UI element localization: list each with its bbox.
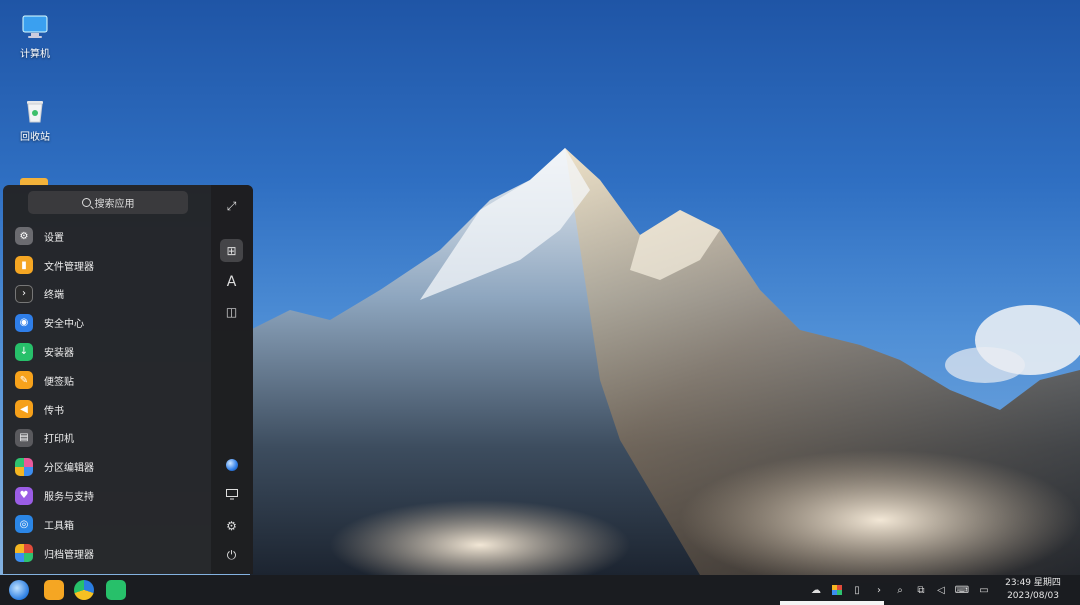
search-placeholder: 搜索应用 <box>94 199 135 210</box>
app-label: 便签贴 <box>44 376 74 388</box>
cloud-icon[interactable]: ☁ <box>809 583 823 597</box>
power-icon[interactable]: ⏻ <box>220 544 243 567</box>
expand-icon[interactable]: ⤢ <box>220 195 243 218</box>
computer-icon <box>20 12 50 42</box>
partition-icon <box>15 457 33 476</box>
shield-icon: ◉ <box>15 313 33 332</box>
app-item-archive-manager[interactable]: 归档管理器 <box>3 539 211 568</box>
app-item-service-support[interactable]: ♥ 服务与支持 <box>3 481 211 510</box>
folder-icon: ▮ <box>15 256 33 275</box>
expand-tray-icon[interactable]: › <box>872 583 886 597</box>
app-label: 文件管理器 <box>44 261 94 273</box>
user-avatar-icon[interactable] <box>220 453 243 476</box>
archive-icon <box>15 544 33 563</box>
app-item-printer[interactable]: ▤ 打印机 <box>3 424 211 453</box>
clock-date: 2023/08/03 <box>1007 591 1059 601</box>
search-input[interactable]: 搜索应用 <box>28 191 188 214</box>
installer-icon: ↓ <box>15 342 33 361</box>
alphabet-sort-icon[interactable]: A <box>220 270 243 293</box>
file-manager-icon[interactable] <box>44 580 64 600</box>
app-label: 设置 <box>44 232 64 244</box>
app-label: 传书 <box>44 405 64 417</box>
app-item-settings[interactable]: ⚙ 设置 <box>3 222 211 251</box>
app-store-icon[interactable] <box>106 580 126 600</box>
color-app-icon[interactable] <box>830 583 844 597</box>
desktop-computer[interactable]: 计算机 <box>5 12 65 60</box>
app-item-file-manager[interactable]: ▮ 文件管理器 <box>3 251 211 280</box>
screen-share-icon[interactable]: ⧉ <box>914 583 928 597</box>
app-label: 打印机 <box>44 434 74 446</box>
search-icon <box>81 198 91 207</box>
clipboard-icon[interactable]: ▯ <box>850 583 864 597</box>
app-item-transfer[interactable]: ◀ 传书 <box>3 395 211 424</box>
settings-gear-icon[interactable]: ⚙ <box>220 514 243 537</box>
clock-time: 23:49 星期四 <box>1005 578 1061 588</box>
grid-view-icon[interactable]: ⊞ <box>220 239 243 262</box>
display-icon[interactable] <box>220 483 243 506</box>
app-label: 安装器 <box>44 348 74 360</box>
transfer-icon: ◀ <box>15 400 33 419</box>
app-list: ⚙ 设置 ▮ 文件管理器 › 终端 ◉ 安全中心 ↓ 安装器 ✎ 便签贴 ◀ 传书 ▤ 打印机 … <box>3 222 211 568</box>
clock[interactable]: 23:49 星期四 2023/08/03 <box>1000 577 1066 603</box>
app-item-installer[interactable]: ↓ 安装器 <box>3 337 211 366</box>
app-label: 服务与支持 <box>44 492 94 504</box>
app-label: 终端 <box>44 290 64 302</box>
app-item-notes[interactable]: ✎ 便签贴 <box>3 366 211 395</box>
trash-icon <box>20 95 50 125</box>
toolbox-icon: ◎ <box>15 515 33 534</box>
app-item-toolbox[interactable]: ◎ 工具箱 <box>3 510 211 539</box>
notification-icon[interactable]: ▭ <box>977 583 991 597</box>
app-item-security-center[interactable]: ◉ 安全中心 <box>3 308 211 337</box>
start-menu-icon[interactable] <box>9 580 29 600</box>
app-label: 归档管理器 <box>44 549 94 561</box>
keyboard-icon[interactable]: ⌨ <box>955 583 969 597</box>
active-indicator <box>780 601 884 605</box>
category-view-icon[interactable]: ◫ <box>220 300 243 323</box>
search-icon[interactable]: ⌕ <box>893 583 907 597</box>
app-label: 分区编辑器 <box>44 463 94 475</box>
note-icon: ✎ <box>15 371 33 390</box>
app-launcher: 搜索应用 ⚙ 设置 ▮ 文件管理器 › 终端 ◉ 安全中心 ↓ 安装器 ✎ 便签贴 ◀ 传书 … <box>3 185 253 574</box>
app-label: 安全中心 <box>44 319 84 331</box>
heart-icon: ♥ <box>15 486 33 505</box>
app-item-partition-editor[interactable]: 分区编辑器 <box>3 452 211 481</box>
desktop-trash[interactable]: 回收站 <box>5 95 65 143</box>
launcher-sidebar: ⤢ ⊞ A ◫ ⚙ ⏻ <box>211 185 253 574</box>
desktop-icon-label: 回收站 <box>20 132 50 143</box>
app-item-terminal[interactable]: › 终端 <box>3 280 211 309</box>
app-label: 工具箱 <box>44 520 74 532</box>
settings-icon: ⚙ <box>15 227 33 246</box>
printer-icon: ▤ <box>15 428 33 447</box>
desktop-icon-label: 计算机 <box>20 49 50 60</box>
browser-icon[interactable] <box>74 580 94 600</box>
volume-icon[interactable]: ◁ <box>934 583 948 597</box>
taskbar: ☁ ▯ › ⌕ ⧉ ◁ ⌨ ▭ 23:49 星期四 2023/08/03 <box>0 575 1080 605</box>
terminal-icon: › <box>15 284 33 303</box>
